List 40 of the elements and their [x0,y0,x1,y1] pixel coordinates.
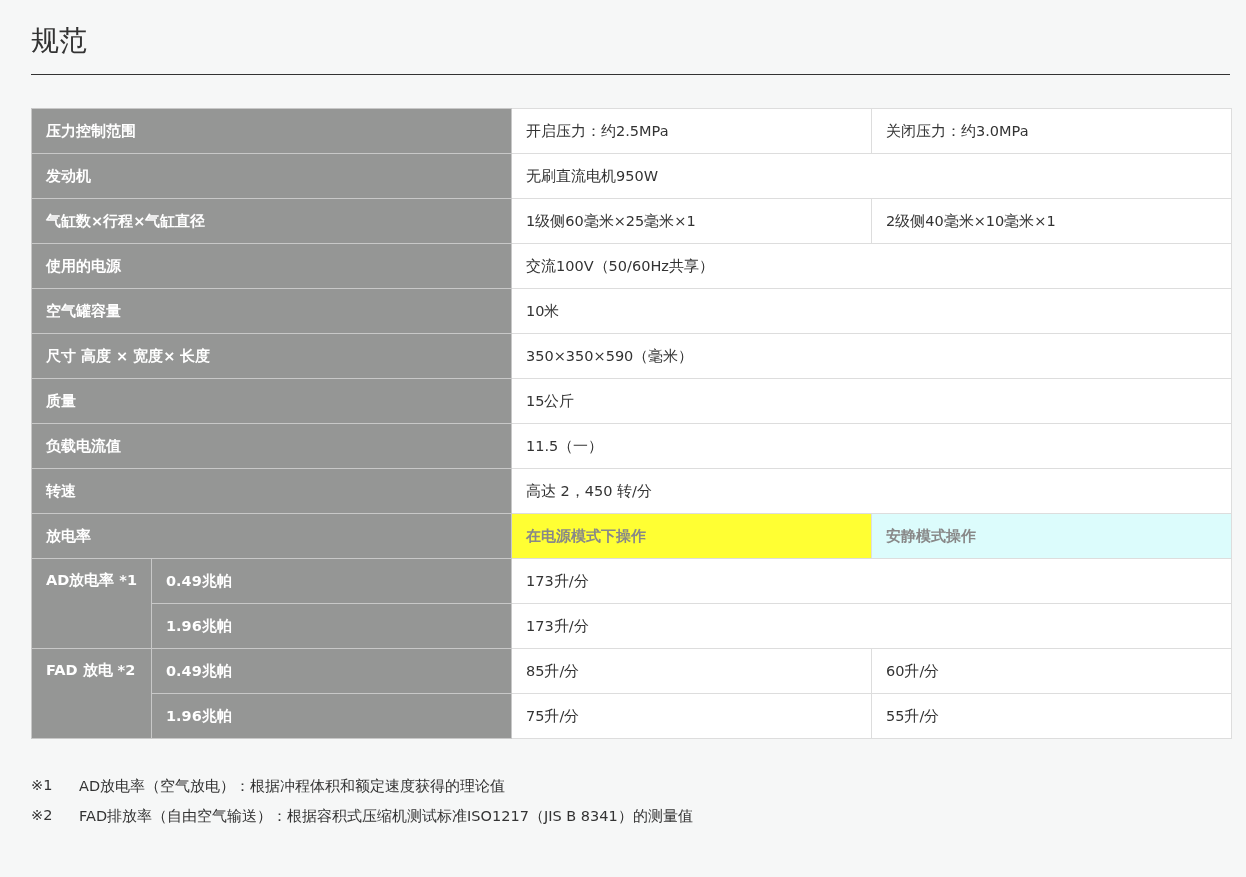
page-title: 规范 [31,22,1230,75]
row-header: FAD 放电 *2 [31,648,152,739]
table-cell: 173升/分 [511,603,1232,649]
footnote-text: AD放电率（空气放电）：根据冲程体积和额定速度获得的理论值 [79,777,506,796]
column-header: 安静模式操作 [871,513,1232,559]
row-header: 尺寸 高度 × 宽度× 长度 [31,333,512,379]
row-header: AD放电率 *1 [31,558,152,649]
table-cell: 开启压力：约2.5MPa [511,108,872,154]
row-subheader: 0.49兆帕 [151,648,512,694]
row-header: 气缸数×行程×气缸直径 [31,198,512,244]
table-cell: 高达 2，450 转/分 [511,468,1232,514]
column-header: 在电源模式下操作 [511,513,872,559]
row-header: 发动机 [31,153,512,199]
table-cell: 无刷直流电机950W [511,153,1232,199]
row-subheader: 1.96兆帕 [151,693,512,739]
row-subheader: 0.49兆帕 [151,558,512,604]
table-cell: 1级侧60毫米×25毫米×1 [511,198,872,244]
row-header: 放电率 [31,513,512,559]
row-header: 压力控制范围 [31,108,512,154]
row-header: 空气罐容量 [31,288,512,334]
table-cell: 60升/分 [871,648,1232,694]
table-cell: 关闭压力：约3.0MPa [871,108,1232,154]
table-cell: 2级侧40毫米×10毫米×1 [871,198,1232,244]
footnote-text: FAD排放率（自由空气输送）：根据容积式压缩机测试标准ISO1217（JIS B 8341）的测量值 [79,807,693,826]
table-cell: 10米 [511,288,1232,334]
table-cell: 11.5（一） [511,423,1232,469]
table-cell: 75升/分 [511,693,872,739]
table-cell: 55升/分 [871,693,1232,739]
row-header: 负载电流值 [31,423,512,469]
row-header: 质量 [31,378,512,424]
row-subheader: 1.96兆帕 [151,603,512,649]
table-cell: 15公斤 [511,378,1232,424]
table-cell: 173升/分 [511,558,1232,604]
table-cell: 交流100V（50/60Hz共享） [511,243,1232,289]
footnote-mark: ※2 [31,807,54,825]
table-cell: 350×350×590（毫米） [511,333,1232,379]
row-header: 使用的电源 [31,243,512,289]
row-header: 转速 [31,468,512,514]
footnote-mark: ※1 [31,777,54,795]
table-cell: 85升/分 [511,648,872,694]
